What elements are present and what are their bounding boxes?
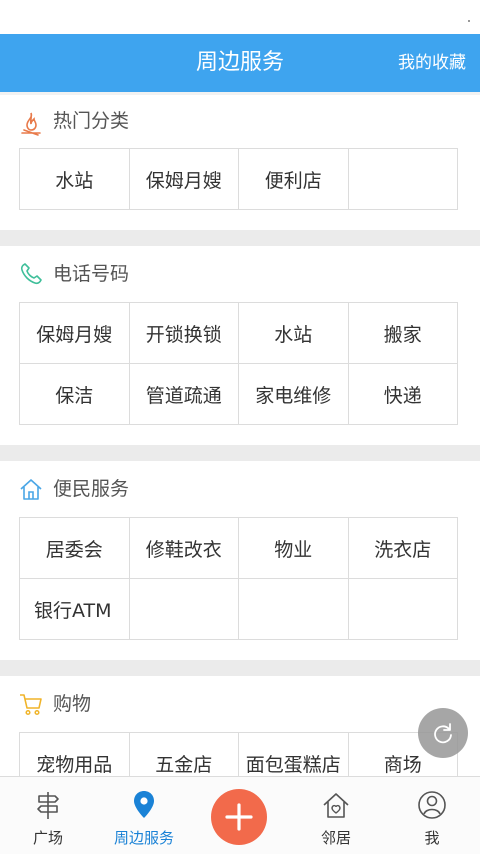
phone-category-cell[interactable]: 水站: [239, 303, 349, 364]
section-separator: [0, 660, 480, 676]
category-cell[interactable]: 便利店: [239, 149, 349, 210]
section-title: 电话号码: [53, 263, 130, 285]
my-favorites-button[interactable]: 我的收藏: [398, 34, 466, 92]
phone-category-cell[interactable]: 保姆月嫂: [20, 303, 130, 364]
location-pin-icon: [134, 791, 154, 818]
service-cell[interactable]: [348, 579, 458, 640]
tab-neighbors[interactable]: 邻居: [288, 777, 384, 854]
shopping-cart-icon: [20, 694, 42, 716]
phone-numbers-grid: 保姆月嫂 开锁换锁 水站 搬家 保洁 管道疏通 家电维修 快递: [19, 302, 458, 425]
service-cell[interactable]: 居委会: [20, 518, 130, 579]
section-hot-categories: 热门分类: [0, 95, 480, 148]
bottom-tab-bar: 广场 周边服务 邻居 我: [0, 776, 480, 854]
refresh-button[interactable]: [418, 708, 468, 758]
service-cell[interactable]: [239, 579, 349, 640]
fire-icon: [21, 112, 41, 136]
shop-cell[interactable]: 面包蛋糕店: [239, 733, 349, 776]
phone-category-cell[interactable]: 管道疏通: [129, 364, 239, 425]
shop-cell[interactable]: 宠物用品: [20, 733, 130, 776]
tab-label: 周边服务: [113, 829, 174, 847]
convenience-services-grid: 居委会 修鞋改衣 物业 洗衣店 银行ATM: [19, 517, 458, 640]
shop-cell[interactable]: 五金店: [130, 733, 239, 776]
section-separator: [0, 230, 480, 246]
section-convenience-services: 便民服务: [0, 461, 480, 517]
refresh-icon: [434, 723, 452, 744]
tab-label: 广场: [32, 829, 63, 847]
section-separator: [0, 445, 480, 461]
phone-icon: [20, 263, 42, 285]
tab-label: 我: [424, 829, 440, 847]
top-header: 周边服务 我的收藏: [0, 34, 480, 92]
gap: [0, 425, 480, 445]
gap: [0, 640, 480, 660]
tab-label: 邻居: [320, 829, 351, 847]
phone-category-cell[interactable]: 搬家: [348, 303, 458, 364]
section-phone-numbers: 电话号码: [0, 246, 480, 302]
shopping-grid: 宠物用品 五金店 面包蛋糕店 商场: [19, 732, 458, 776]
status-dot: [468, 20, 470, 22]
phone-category-cell[interactable]: 保洁: [20, 364, 130, 425]
services-content[interactable]: 热门分类 水站 保姆月嫂 便利店 电话号码 保姆月嫂 开锁换锁 水站 搬家 保洁…: [0, 92, 480, 776]
section-shopping: 购物: [0, 676, 480, 732]
plus-icon: [225, 803, 253, 831]
service-cell[interactable]: 修鞋改衣: [129, 518, 239, 579]
user-icon: [418, 791, 446, 819]
tab-me[interactable]: 我: [384, 777, 480, 854]
phone-category-cell[interactable]: 家电维修: [239, 364, 349, 425]
section-title: 便民服务: [53, 478, 130, 500]
neighbor-house-icon: [323, 793, 349, 818]
status-bar: [0, 0, 480, 34]
category-cell[interactable]: 水站: [20, 149, 130, 210]
service-cell[interactable]: 洗衣店: [348, 518, 458, 579]
house-icon: [20, 479, 42, 500]
gap: [0, 210, 480, 230]
signpost-icon: [37, 792, 59, 819]
add-button[interactable]: [211, 789, 267, 845]
tab-square[interactable]: 广场: [0, 777, 96, 854]
section-title: 热门分类: [53, 110, 130, 132]
section-title: 购物: [53, 693, 92, 715]
phone-category-cell[interactable]: 快递: [348, 364, 458, 425]
service-cell[interactable]: 银行ATM: [20, 579, 130, 640]
category-cell[interactable]: [348, 149, 458, 210]
hot-categories-grid: 水站 保姆月嫂 便利店: [19, 148, 458, 210]
service-cell[interactable]: 物业: [239, 518, 349, 579]
service-cell[interactable]: [129, 579, 239, 640]
category-cell[interactable]: 保姆月嫂: [129, 149, 239, 210]
tab-nearby-services[interactable]: 周边服务: [96, 777, 192, 854]
phone-category-cell[interactable]: 开锁换锁: [129, 303, 239, 364]
